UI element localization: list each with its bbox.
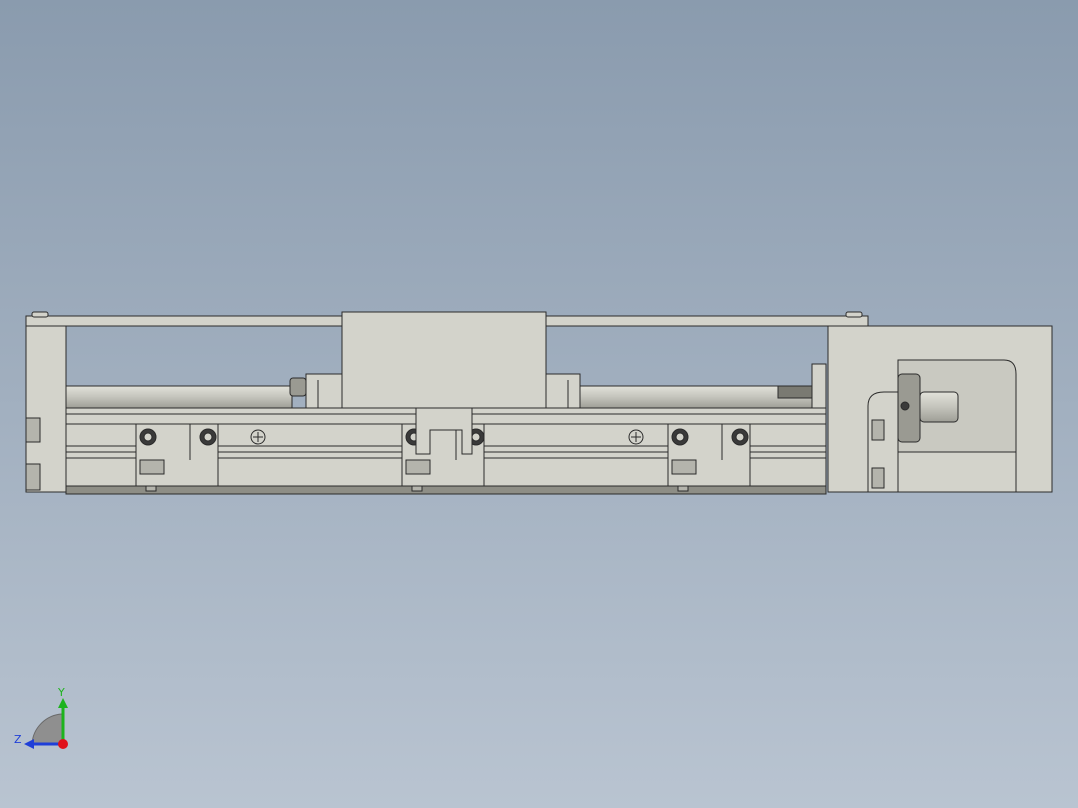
rail-screw-1 — [250, 429, 266, 445]
left-bolt-top — [25, 417, 41, 443]
motor-bolt-bottom — [871, 467, 885, 489]
rail-screw-2 — [628, 429, 644, 445]
cover-screw-right — [845, 311, 863, 318]
z-axis-arrowhead — [24, 739, 34, 749]
bearing-housing-left — [305, 373, 343, 411]
rod-end-block — [811, 363, 827, 411]
coupling-hole — [900, 401, 910, 411]
left-bolt-bottom — [25, 463, 41, 491]
rod-collar-right — [777, 385, 815, 399]
mounting-clamp-3[interactable] — [667, 423, 751, 492]
motor-bottom-plate — [897, 451, 1017, 493]
motor-shaft[interactable] — [919, 391, 959, 423]
mounting-clamp-1[interactable] — [135, 423, 219, 492]
linear-module-model[interactable] — [0, 0, 1078, 808]
z-axis-label: Z — [14, 733, 22, 746]
grease-nipple — [289, 377, 307, 397]
motor-bolt-top — [871, 419, 885, 441]
triad-origin — [58, 739, 68, 749]
bearing-housing-right — [545, 373, 581, 411]
y-axis-arrowhead — [58, 698, 68, 708]
guide-rod-left[interactable] — [65, 385, 293, 409]
cad-viewport[interactable]: Y Z — [0, 0, 1078, 808]
y-axis-label: Y — [57, 686, 65, 699]
orientation-triad[interactable]: Y Z — [10, 684, 80, 754]
rail-bottom-strip — [65, 485, 827, 495]
triad-arc — [31, 713, 63, 745]
carriage-block[interactable] — [341, 311, 547, 411]
cover-screw-left — [31, 311, 49, 318]
